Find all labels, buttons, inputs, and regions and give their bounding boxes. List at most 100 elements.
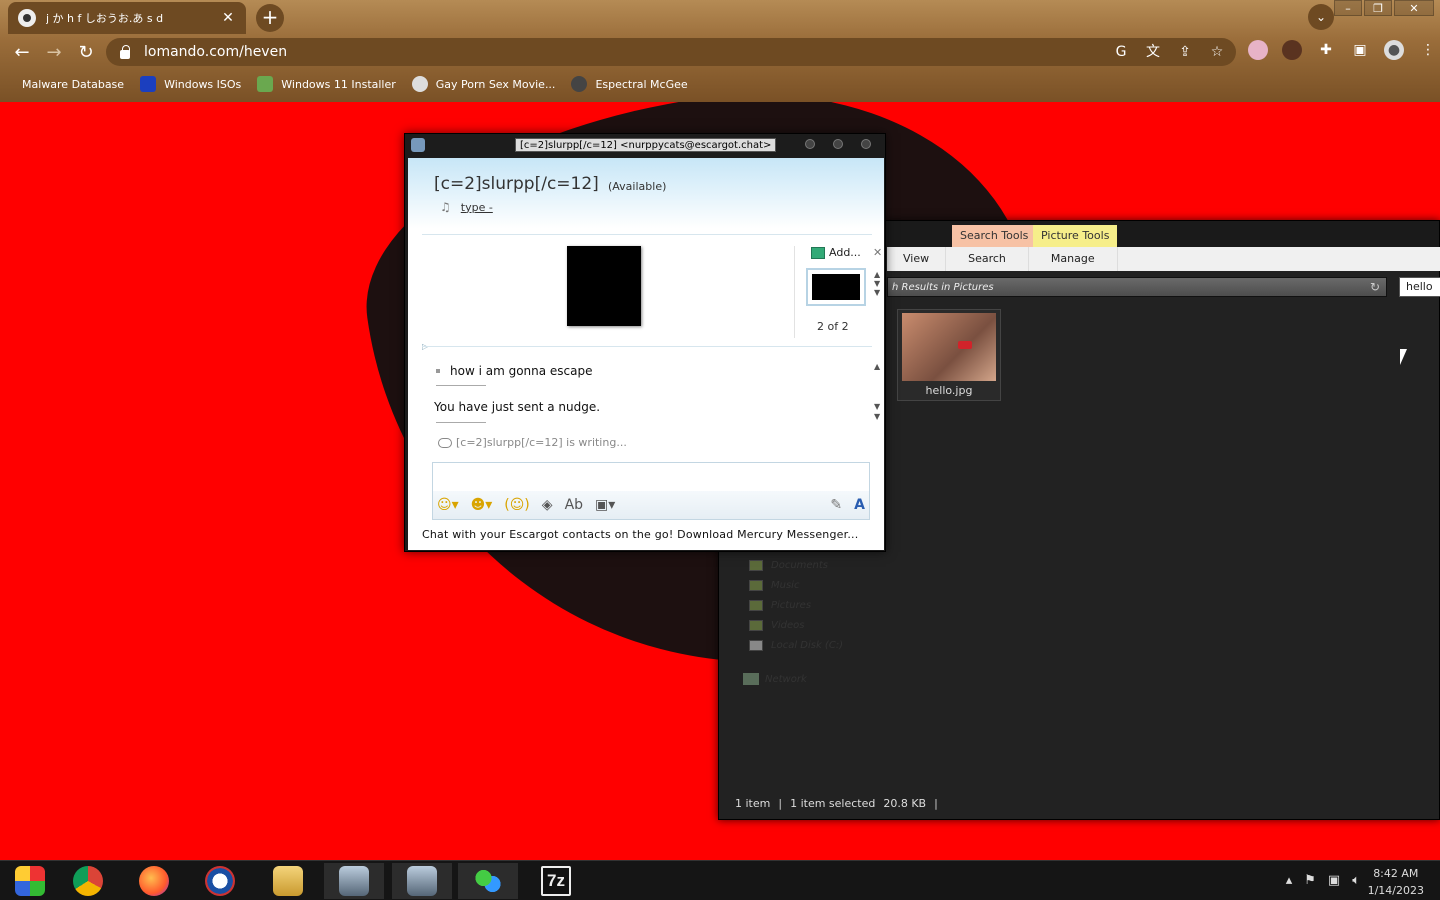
tab-view[interactable]: View [887,247,947,271]
taskbar-7zip[interactable]: 7z [526,863,586,899]
message-text: how i am gonna escape [450,364,593,378]
nudge-icon[interactable]: (☺) [504,497,530,513]
bookmark-espectral-mcgee[interactable]: Espectral McGee [571,76,688,92]
network-icon [743,673,759,685]
navigation-pane: Documents Music Pictures Videos Local Di… [749,555,843,655]
back-arrow-icon[interactable]: ← [6,42,38,63]
reload-icon[interactable]: ↻ [70,42,102,63]
start-button[interactable] [0,863,60,899]
nav-item-network[interactable]: Network [743,673,807,685]
omnibox-actions: G 文 ⇪ ☆ [1112,38,1236,66]
bookmark-malware-database[interactable]: Malware Database [22,78,124,91]
tab-manage[interactable]: Manage [1029,247,1118,271]
add-button[interactable]: Add... [811,246,861,259]
nav-item-pictures[interactable]: Pictures [749,595,843,615]
speech-bubble-icon [438,437,452,448]
show-hidden-icons-icon[interactable]: ▴ [1286,873,1293,888]
system-clock[interactable]: 8:42 AM 1/14/2023 [1368,865,1424,899]
formatting-toolbar: ☺▾ ☻▾ (☺) ◈ Ab ▣▾ ✎ A [433,491,869,519]
taskbar-explorer[interactable] [258,863,318,899]
my-display-picture[interactable] [806,268,866,306]
close-button[interactable] [861,139,871,149]
background-icon[interactable]: ▣▾ [595,497,615,513]
image-thumbnail [902,313,996,381]
voice-clip-icon[interactable]: ◈ [542,497,553,513]
google-icon[interactable]: G [1112,43,1130,61]
volume-icon[interactable]: 🔈︎ [1352,873,1360,888]
font-icon[interactable]: A [854,497,865,513]
browser-toolbar: ← → ↻ lomando.com/heven G 文 ⇪ ☆ ✚ ▣ ● ⋮ [0,36,1440,68]
chrome-icon [73,866,103,896]
new-tab-button[interactable]: + [256,4,284,32]
seven-zip-icon: 7z [541,866,571,896]
taskbar: 7z ▴ ⚑ ▣ 🔈︎ 8:42 AM 1/14/2023 [0,860,1440,900]
taskbar-network-tool-2[interactable] [392,863,452,899]
advertisement-banner[interactable]: Chat with your Escargot contacts on the … [422,528,858,541]
mouse-cursor-icon [1400,349,1407,365]
nav-item-local-disk[interactable]: Local Disk (C:) [749,635,843,655]
action-center-flag-icon[interactable]: ⚑ [1304,873,1316,888]
wink-icon[interactable]: ☻▾ [471,497,493,513]
explorer-address-bar[interactable]: h Results in Pictures [887,277,1387,297]
tab-search-tools[interactable]: Search Tools [952,225,1037,247]
close-panel-icon[interactable]: ✕ [873,246,882,259]
browser-tab[interactable]: j か h f しおうお.あ s d ✕ [8,2,246,34]
tab-picture-tools[interactable]: Picture Tools [1033,225,1118,247]
folder-icon [749,619,763,631]
bookmark-label: Windows ISOs [164,77,242,91]
flag-extension-icon[interactable] [1248,40,1268,60]
nav-item-videos[interactable]: Videos [749,615,843,635]
side-panel-icon[interactable]: ▣ [1350,40,1370,60]
forward-arrow-icon[interactable]: → [38,42,70,63]
font-style-icon[interactable]: Ab [565,497,583,513]
nav-item-music[interactable]: Music [749,575,843,595]
file-item[interactable]: hello.jpg [897,309,1001,401]
taskbar-opera[interactable] [190,863,250,899]
minimize-button[interactable] [805,139,815,149]
tab-search-chevron-icon[interactable]: ⌄ [1308,4,1334,30]
taskbar-chrome[interactable] [58,863,118,899]
tab-close-icon[interactable]: ✕ [220,10,236,26]
message-input[interactable] [437,467,865,485]
avatar-extension-icon[interactable] [1282,40,1302,60]
status-separator: | [778,797,783,810]
taskbar-messenger[interactable] [458,863,518,899]
network-status-icon[interactable]: ▣ [1328,873,1340,888]
personal-message-text[interactable]: type - [461,201,493,214]
chat-history: how i am gonna escape You have just sent… [434,356,876,444]
bullet-icon [436,369,440,373]
restore-button[interactable]: ❐ [1364,0,1392,16]
close-window-button[interactable]: ✕ [1394,0,1434,16]
divider [422,234,872,235]
address-bar[interactable]: lomando.com/heven G 文 ⇪ ☆ [106,38,1236,66]
translate-icon[interactable]: 文 [1144,43,1162,61]
explorer-status-bar: 1 item | 1 item selected 20.8 KB | [735,797,938,810]
chat-scrollbar[interactable]: ▲ ▼ ▼ [874,362,880,422]
bookmark-label: Malware Database [22,77,125,91]
nav-label: Pictures [771,599,812,611]
system-tray: ▴ ⚑ ▣ 🔈︎ [1286,873,1360,888]
share-icon[interactable]: ⇪ [1176,43,1194,61]
bookmark-windows-isos[interactable]: Windows ISOs [140,76,241,92]
kebab-menu-icon[interactable]: ⋮ [1418,40,1438,60]
tab-search[interactable]: Search [946,247,1029,271]
bookmark-movie-site[interactable]: Gay Porn Sex Movie... [411,76,555,92]
taskbar-firefox[interactable] [124,863,184,899]
refresh-icon[interactable]: ↻ [1362,277,1388,297]
site-favicon-icon [571,76,588,92]
emoticon-icon[interactable]: ☺▾ [437,497,459,513]
bookmark-star-icon[interactable]: ☆ [1208,43,1226,61]
nav-item-documents[interactable]: Documents [749,555,843,575]
picture-scroll-arrows[interactable]: ▲ ▼ ▼ [874,270,880,297]
explorer-search-input[interactable]: hello [1399,277,1440,297]
bookmark-windows-11-installer[interactable]: Windows 11 Installer [257,76,396,92]
handwriting-icon[interactable]: ✎ [830,497,842,513]
contact-display-picture[interactable] [567,246,641,326]
maximize-button[interactable] [833,139,843,149]
taskbar-network-tool[interactable] [324,863,384,899]
minimize-button[interactable]: – [1334,0,1362,16]
profile-icon[interactable]: ● [1384,40,1404,60]
messenger-app-icon [411,138,425,152]
nav-label: Music [771,579,800,591]
puzzle-extensions-icon[interactable]: ✚ [1316,40,1336,60]
